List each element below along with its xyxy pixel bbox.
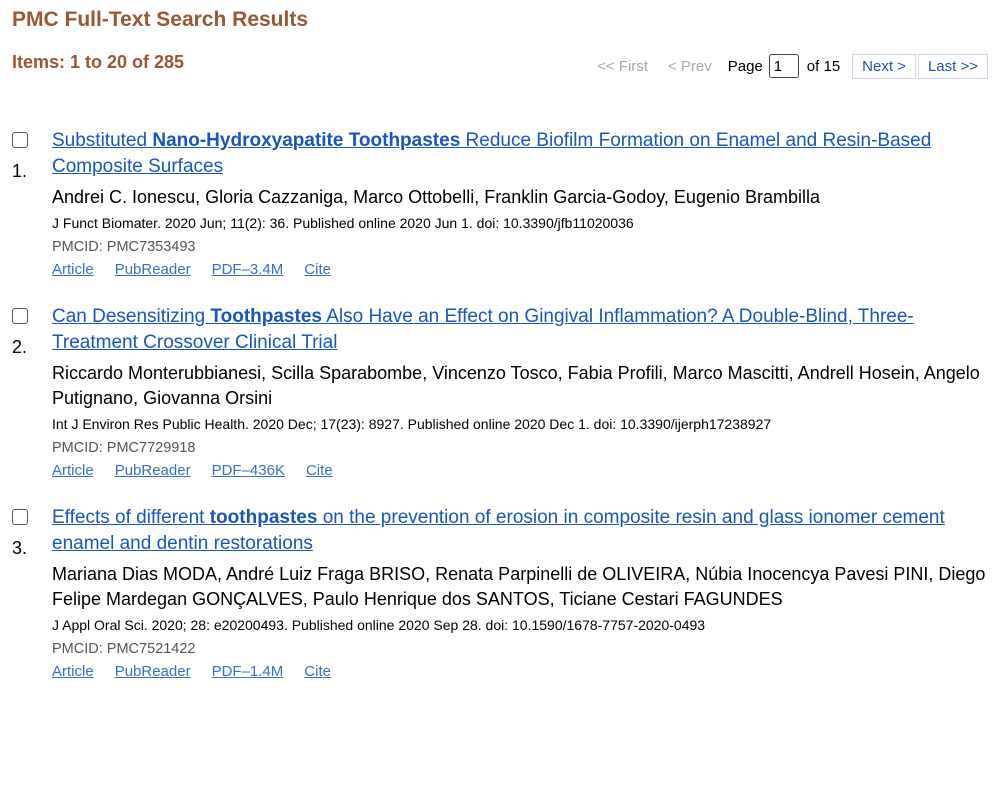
cite-link[interactable]: Cite	[304, 261, 331, 278]
result-checkbox[interactable]	[12, 509, 28, 525]
cite-link[interactable]: Cite	[306, 462, 333, 479]
article-link[interactable]: Article	[52, 261, 94, 278]
result-item: 2. Can Desensitizing Toothpastes Also Ha…	[12, 304, 988, 482]
article-link[interactable]: Article	[52, 462, 94, 479]
result-citation: J Funct Biomater. 2020 Jun; 11(2): 36. P…	[52, 215, 634, 231]
pubreader-link[interactable]: PubReader	[115, 261, 191, 278]
title-text: Effects of different	[52, 507, 210, 528]
pdf-link[interactable]: PDF–3.4M	[212, 261, 284, 278]
title-text: Substituted	[52, 130, 153, 151]
result-number: 2.	[12, 337, 28, 357]
result-title-link[interactable]: Effects of different toothpastes on the …	[52, 505, 988, 557]
title-highlight: Nano-Hydroxyapatite Toothpastes	[152, 130, 461, 151]
result-checkbox[interactable]	[12, 308, 28, 324]
cite-link[interactable]: Cite	[304, 663, 331, 680]
result-pmcid: PMCID: PMC7729918	[52, 440, 196, 456]
result-citation: Int J Environ Res Public Health. 2020 De…	[52, 416, 772, 432]
search-results-page: PMC Full-Text Search Results Items: 1 to…	[0, 0, 1000, 788]
prev-page-link: < Prev	[667, 57, 712, 75]
result-title-link[interactable]: Substituted Nano-Hydroxyapatite Toothpas…	[52, 128, 988, 180]
result-item: 1. Substituted Nano-Hydroxyapatite Tooth…	[12, 128, 988, 281]
page-count: of 15	[806, 57, 841, 75]
pubreader-link[interactable]: PubReader	[115, 663, 191, 680]
title-highlight: toothpastes	[209, 507, 318, 528]
result-body: Substituted Nano-Hydroxyapatite Toothpas…	[52, 128, 988, 281]
article-link[interactable]: Article	[52, 663, 94, 680]
page-number-input[interactable]	[768, 54, 799, 78]
result-authors: Andrei C. Ionescu, Gloria Cazzaniga, Mar…	[52, 187, 821, 207]
result-pmcid: PMCID: PMC7521422	[52, 641, 196, 657]
result-gutter: 2.	[12, 304, 52, 482]
result-number: 3.	[12, 538, 28, 558]
result-links: Article PubReader PDF–436K Cite	[52, 460, 988, 482]
items-count: Items: 1 to 20 of 285	[12, 52, 185, 72]
result-gutter: 1.	[12, 128, 52, 281]
title-text: Can Desensitizing	[52, 306, 211, 327]
page-label: Page	[727, 57, 763, 75]
results-list: 1. Substituted Nano-Hydroxyapatite Tooth…	[12, 128, 988, 706]
first-page-link: << First	[597, 57, 648, 75]
result-links: Article PubReader PDF–3.4M Cite	[52, 259, 988, 281]
pdf-link[interactable]: PDF–436K	[212, 462, 285, 479]
result-number: 1.	[12, 161, 28, 181]
result-citation: J Appl Oral Sci. 2020; 28: e20200493. Pu…	[52, 617, 706, 633]
result-authors: Mariana Dias MODA, André Luiz Fraga BRIS…	[52, 564, 986, 609]
result-title-link[interactable]: Can Desensitizing Toothpastes Also Have …	[52, 304, 988, 356]
title-highlight: Toothpastes	[210, 306, 322, 327]
pager: << First < Prev Page of 15 Next > Last >…	[597, 52, 988, 80]
pdf-link[interactable]: PDF–1.4M	[212, 663, 284, 680]
pubreader-link[interactable]: PubReader	[115, 462, 191, 479]
page-title: PMC Full-Text Search Results	[12, 8, 309, 31]
last-page-button[interactable]: Last >>	[917, 53, 988, 79]
result-links: Article PubReader PDF–1.4M Cite	[52, 661, 988, 683]
result-authors: Riccardo Monterubbianesi, Scilla Sparabo…	[52, 363, 980, 408]
result-item: 3. Effects of different toothpastes on t…	[12, 505, 988, 683]
result-checkbox[interactable]	[12, 132, 28, 148]
result-body: Can Desensitizing Toothpastes Also Have …	[52, 304, 988, 482]
result-body: Effects of different toothpastes on the …	[52, 505, 988, 683]
result-pmcid: PMCID: PMC7353493	[52, 239, 196, 255]
next-page-button[interactable]: Next >	[852, 53, 916, 79]
result-gutter: 3.	[12, 505, 52, 683]
